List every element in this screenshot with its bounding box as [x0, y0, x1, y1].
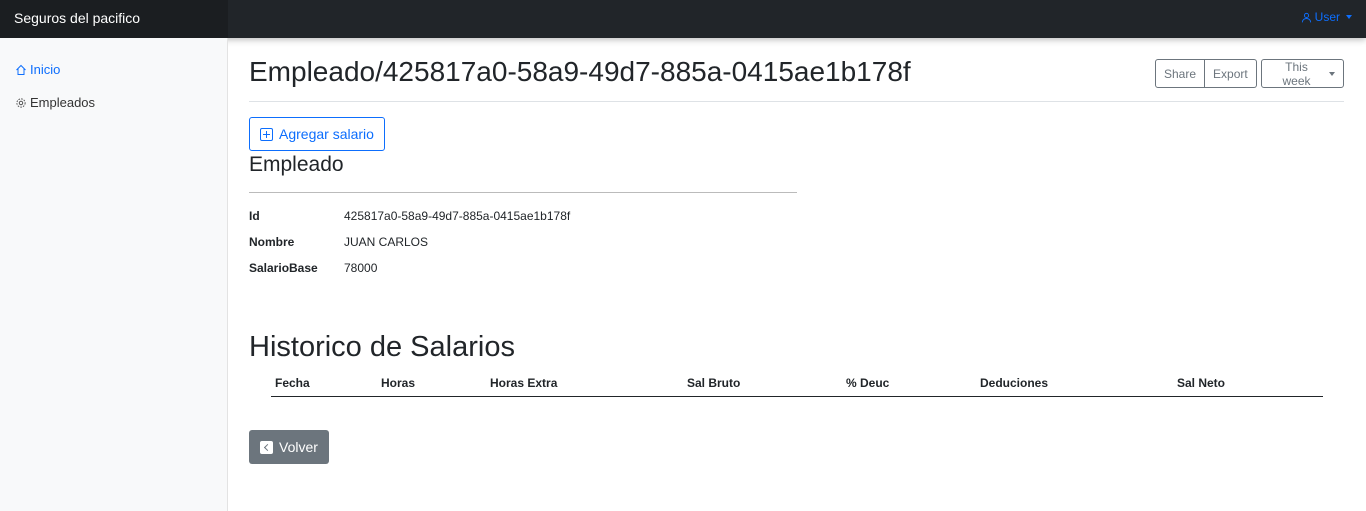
export-button[interactable]: Export	[1205, 59, 1257, 88]
add-salary-label: Agregar salario	[279, 126, 374, 142]
column-header-sal-bruto: Sal Bruto	[687, 376, 741, 390]
column-header-deuc: % Deuc	[846, 376, 890, 390]
gear-icon	[16, 97, 26, 108]
period-dropdown-button[interactable]: This week	[1261, 59, 1344, 88]
sidebar-item-inicio[interactable]: Inicio	[15, 62, 60, 77]
column-header-sal-neto: Sal Neto	[1177, 376, 1226, 390]
field-label: Nombre	[249, 235, 295, 249]
brand-title[interactable]: Seguros del pacifico	[0, 0, 228, 38]
user-menu-button[interactable]: User	[1301, 10, 1352, 24]
field-value: 78000	[344, 261, 378, 275]
share-button[interactable]: Share	[1155, 59, 1206, 88]
column-header-deduciones: Deduciones	[980, 376, 1049, 390]
plus-square-icon	[260, 127, 273, 141]
employee-section-title: Empleado	[249, 153, 344, 176]
field-value: 425817a0-58a9-49d7-885a-0415ae1b178f	[344, 209, 571, 223]
add-salary-button[interactable]: Agregar salario	[249, 117, 385, 151]
sidebar-item-empleados[interactable]: Empleados	[15, 95, 95, 110]
user-menu-label: User	[1314, 10, 1340, 24]
header-divider	[249, 101, 1344, 102]
chevron-down-icon	[1329, 71, 1335, 76]
chevron-down-icon	[1346, 15, 1352, 19]
field-label: SalarioBase	[249, 261, 318, 275]
top-navbar: Seguros del pacifico User	[0, 0, 1366, 38]
column-header-horas: Horas	[381, 376, 416, 390]
sidebar-item-label: Inicio	[30, 62, 61, 77]
toolbar-button-group: Share Export	[1155, 59, 1257, 88]
salary-history-title: Historico de Salarios	[249, 331, 515, 363]
employee-field-salariobase: SalarioBase 78000	[249, 261, 377, 275]
home-icon	[16, 64, 26, 75]
field-value: JUAN CARLOS	[344, 235, 429, 249]
employee-field-id: Id 425817a0-58a9-49d7-885a-0415ae1b178f	[249, 209, 570, 223]
user-icon	[1301, 12, 1311, 22]
period-dropdown-label: This week	[1282, 59, 1311, 88]
back-button-label: Volver	[279, 439, 318, 455]
salary-history-table: Fecha Horas Horas Extra Sal Bruto % Deuc…	[271, 375, 1323, 397]
back-arrow-icon	[260, 440, 273, 454]
page-title: Empleado/425817a0-58a9-49d7-885a-0415ae1…	[249, 56, 911, 87]
field-label: Id	[249, 209, 260, 223]
employee-field-nombre: Nombre JUAN CARLOS	[249, 235, 428, 249]
back-button[interactable]: Volver	[249, 430, 329, 464]
sidebar: Inicio Empleados	[0, 38, 228, 511]
employee-divider	[249, 192, 797, 193]
column-header-fecha: Fecha	[275, 376, 310, 390]
sidebar-item-label: Empleados	[30, 95, 96, 110]
column-header-horas-extra: Horas Extra	[490, 376, 558, 390]
